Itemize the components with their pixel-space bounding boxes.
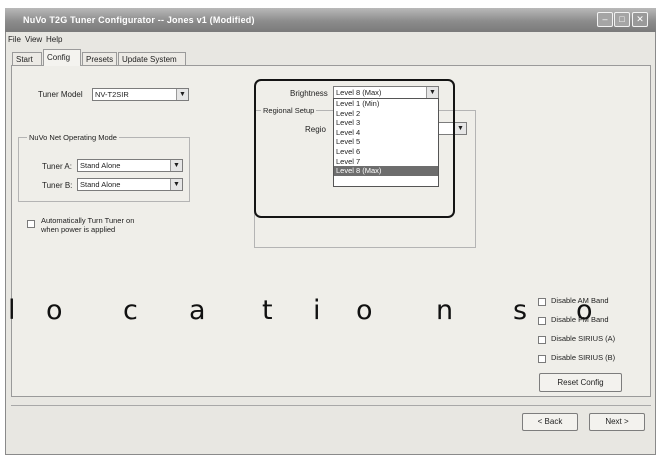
- caption-letter: t: [262, 295, 273, 326]
- chevron-down-icon: ▼: [454, 123, 466, 134]
- close-button[interactable]: ✕: [632, 12, 648, 27]
- caption-letter: o: [46, 295, 63, 326]
- auto-on-label-line2: when power is applied: [41, 225, 116, 234]
- caption-letter: o: [576, 295, 593, 326]
- disable-sirius-b-checkbox[interactable]: [538, 355, 546, 363]
- menu-file[interactable]: File: [8, 35, 21, 44]
- chevron-down-icon: ▼: [170, 179, 182, 190]
- minimize-icon: –: [602, 14, 608, 24]
- caption-letter: c: [123, 295, 138, 326]
- disable-fm-checkbox[interactable]: [538, 317, 546, 325]
- disable-sirius-a-label: Disable SIRIUS (A): [551, 334, 616, 343]
- operating-mode-title: NuVo Net Operating Mode: [27, 133, 119, 142]
- menu-help[interactable]: Help: [46, 35, 62, 44]
- maximize-button[interactable]: □: [614, 12, 630, 27]
- caption-letter: s: [513, 295, 528, 326]
- chevron-down-icon: ▼: [176, 89, 188, 100]
- auto-on-checkbox[interactable]: [27, 220, 35, 228]
- disable-sirius-a-checkbox[interactable]: [538, 336, 546, 344]
- close-icon: ✕: [636, 14, 644, 24]
- minimize-button[interactable]: –: [597, 12, 613, 27]
- tuner-b-select[interactable]: Stand Alone ▼: [77, 178, 183, 191]
- tab-update-system[interactable]: Update System: [118, 52, 186, 66]
- footer-divider: [11, 405, 651, 406]
- caption-letter: a: [189, 295, 206, 326]
- caption-letter: l: [8, 295, 16, 326]
- reset-config-button[interactable]: Reset Config: [539, 373, 622, 392]
- tuner-a-value: Stand Alone: [80, 161, 121, 170]
- tuner-model-label: Tuner Model: [38, 90, 83, 99]
- highlight-outline: [254, 79, 455, 218]
- tuner-model-value: NV-T2SIR: [95, 90, 129, 99]
- back-button[interactable]: < Back: [522, 413, 578, 431]
- title-bar: NuVo T2G Tuner Configurator -- Jones v1 …: [5, 8, 656, 32]
- chevron-down-icon: ▼: [170, 160, 182, 171]
- tab-start[interactable]: Start: [12, 52, 42, 66]
- tab-presets[interactable]: Presets: [82, 52, 117, 66]
- caption-letter: o: [356, 295, 373, 326]
- tuner-a-select[interactable]: Stand Alone ▼: [77, 159, 183, 172]
- maximize-icon: □: [619, 14, 625, 24]
- menu-view[interactable]: View: [25, 35, 42, 44]
- caption-letter: n: [436, 295, 454, 326]
- auto-on-label-line1: Automatically Turn Tuner on: [41, 216, 135, 225]
- caption-letter: i: [313, 295, 321, 326]
- tab-config[interactable]: Config: [43, 49, 81, 66]
- disable-sirius-b-label: Disable SIRIUS (B): [551, 353, 616, 362]
- window-title: NuVo T2G Tuner Configurator -- Jones v1 …: [23, 15, 255, 25]
- tuner-a-label: Tuner A:: [42, 162, 72, 171]
- tuner-model-select[interactable]: NV-T2SIR ▼: [92, 88, 189, 101]
- disable-am-checkbox[interactable]: [538, 298, 546, 306]
- tuner-b-label: Tuner B:: [42, 181, 73, 190]
- next-button[interactable]: Next >: [589, 413, 645, 431]
- tuner-b-value: Stand Alone: [80, 180, 121, 189]
